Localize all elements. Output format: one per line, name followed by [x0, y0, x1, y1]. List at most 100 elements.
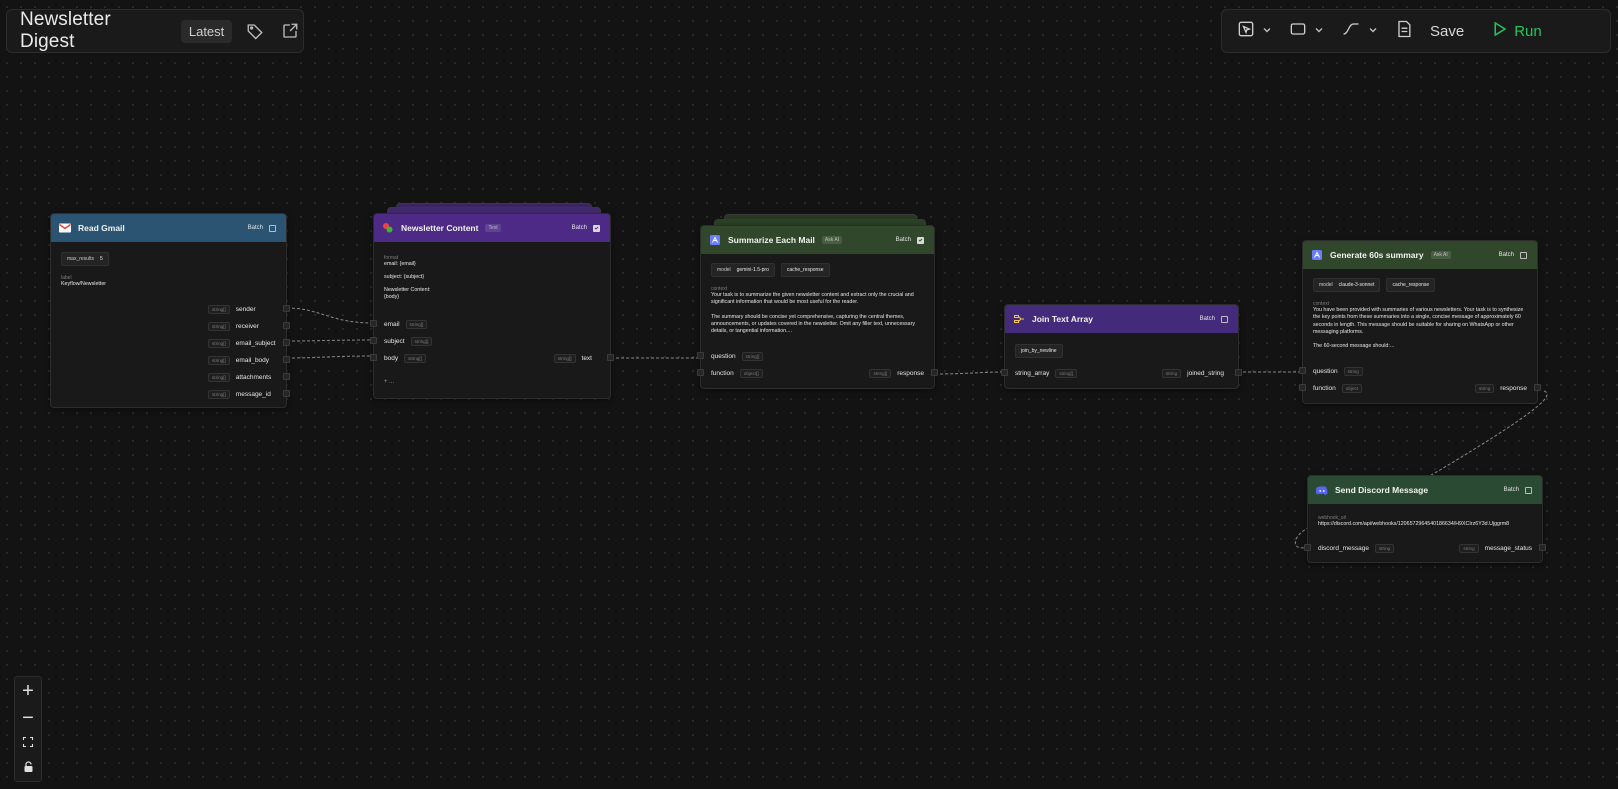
chevron-down-icon[interactable] [1368, 22, 1378, 40]
label-param-value[interactable]: Keyflow/Newsletter [51, 281, 286, 288]
input-port-question[interactable]: question string [1299, 365, 1537, 377]
port-handle[interactable] [370, 320, 377, 327]
input-port-string-array[interactable]: string_array string[] string joined_stri… [1001, 367, 1242, 379]
batch-toggle[interactable]: Batch [896, 236, 924, 244]
input-port-subject[interactable]: subject string[] [370, 335, 610, 347]
fit-view-icon[interactable] [22, 735, 34, 753]
save-button[interactable]: Save [1430, 23, 1464, 40]
port-handle[interactable] [1299, 367, 1306, 374]
model-param[interactable]: model gemini-1.5-pro [711, 263, 775, 277]
curve-icon[interactable] [1340, 19, 1362, 44]
port-handle[interactable] [1299, 384, 1306, 391]
node-read-gmail[interactable]: Read Gmail Batch max_results 5 label Key… [50, 213, 290, 408]
open-external-icon[interactable] [278, 18, 303, 44]
lock-icon[interactable] [23, 760, 34, 778]
select-frame-icon[interactable] [1236, 19, 1256, 44]
port-handle[interactable] [283, 356, 290, 363]
port-handle[interactable] [283, 322, 290, 329]
input-port-email[interactable]: email string[] [370, 318, 610, 330]
port-name: response [897, 369, 924, 377]
node-header[interactable]: Newsletter Content Text Batch [374, 214, 610, 242]
port-type: string [1374, 543, 1395, 553]
context-text[interactable]: Your task is to summarize the given news… [701, 292, 934, 336]
port-handle[interactable] [1235, 369, 1242, 376]
format-line[interactable]: email: {email} [374, 261, 610, 268]
batch-checkbox[interactable] [269, 224, 276, 232]
port-handle[interactable] [370, 337, 377, 344]
node-header[interactable]: Join Text Array Batch [1005, 305, 1238, 333]
port-handle[interactable] [283, 339, 290, 346]
add-input-row[interactable]: + ... [374, 376, 610, 388]
input-port-body[interactable]: body string[] string[] text [370, 352, 614, 364]
chevron-down-icon[interactable] [1262, 22, 1272, 40]
format-line[interactable]: Newsletter Content: [374, 287, 610, 294]
batch-toggle[interactable]: Batch [1200, 315, 1228, 323]
zoom-out-button[interactable]: − [22, 708, 34, 728]
port-handle[interactable] [1539, 544, 1546, 551]
model-param[interactable]: model claude-3-sonnet [1313, 278, 1381, 292]
port-handle[interactable] [370, 354, 377, 361]
batch-label: Batch [571, 225, 587, 231]
port-handle[interactable] [931, 369, 938, 376]
node-header[interactable]: Generate 60s summary Ask AI Batch [1303, 241, 1537, 269]
output-port-receiver[interactable]: string[] receiver [51, 320, 290, 332]
output-port-attachments[interactable]: string[] attachments [51, 371, 290, 383]
batch-checkbox[interactable] [1221, 315, 1228, 323]
node-summarize-each-mail[interactable]: Summarize Each Mail Ask AI Batch model g… [697, 225, 938, 389]
cache-response-param[interactable]: cache_response [780, 263, 830, 277]
node-header[interactable]: Send Discord Message Batch [1308, 476, 1542, 504]
port-handle[interactable] [697, 352, 704, 359]
cache-response-param[interactable]: cache_response [1386, 278, 1436, 292]
zoom-in-button[interactable]: + [22, 681, 34, 701]
batch-checkbox[interactable] [593, 224, 600, 232]
context-text[interactable]: You have been provided with summaries of… [1303, 307, 1537, 351]
port-handle[interactable] [1534, 384, 1541, 391]
batch-checkbox[interactable] [1520, 251, 1527, 259]
output-port-message-id[interactable]: string[] message_id [51, 388, 290, 400]
edge-style-tool[interactable] [1340, 19, 1378, 44]
chevron-down-icon[interactable] [1314, 22, 1324, 40]
join-by-newline-param[interactable]: join_by_newline [1015, 344, 1063, 358]
rectangle-icon[interactable] [1288, 19, 1308, 44]
output-port-email-body[interactable]: string[] email_body [51, 354, 290, 366]
batch-checkbox[interactable] [1525, 486, 1532, 494]
edge-sender-email [286, 307, 374, 324]
format-line[interactable]: subject: {subject} [374, 274, 610, 281]
node-header[interactable]: Summarize Each Mail Ask AI Batch [701, 226, 934, 254]
select-tool[interactable] [1236, 19, 1272, 44]
shape-tool[interactable] [1288, 19, 1324, 44]
format-line[interactable]: {body} [374, 294, 610, 301]
port-handle[interactable] [1304, 544, 1311, 551]
batch-toggle[interactable]: Batch [1499, 251, 1527, 259]
port-handle[interactable] [283, 305, 290, 312]
node-header[interactable]: Read Gmail Batch [51, 214, 286, 242]
input-port-discord-message[interactable]: discord_message string string message_st… [1304, 542, 1546, 554]
input-port-function[interactable]: function object string response [1299, 382, 1541, 394]
batch-toggle[interactable]: Batch [1504, 486, 1532, 494]
webhook-url-value[interactable]: https://discord.com/api/webhooks/1206572… [1308, 521, 1542, 528]
output-port-sender[interactable]: string[] sender [51, 303, 290, 315]
document-icon[interactable] [1394, 19, 1414, 44]
tag-icon[interactable] [242, 18, 267, 44]
port-handle[interactable] [607, 354, 614, 361]
port-handle[interactable] [1001, 369, 1008, 376]
input-port-question[interactable]: question string[] [697, 350, 934, 362]
output-port-email-subject[interactable]: string[] email_subject [51, 337, 290, 349]
batch-toggle[interactable]: Batch [248, 224, 276, 232]
node-generate-summary[interactable]: Generate 60s summary Ask AI Batch model … [1299, 240, 1541, 404]
version-badge[interactable]: Latest [180, 19, 233, 43]
input-port-function[interactable]: function object[] string[] response [697, 367, 938, 379]
run-button[interactable]: Run [1490, 20, 1542, 42]
port-handle[interactable] [283, 390, 290, 397]
node-newsletter-content[interactable]: Newsletter Content Text Batch format ema… [370, 213, 614, 399]
node-send-discord-message[interactable]: Send Discord Message Batch webhook_url h… [1304, 475, 1546, 563]
port-handle[interactable] [697, 369, 704, 376]
check-icon [918, 238, 923, 242]
node-join-text-array[interactable]: Join Text Array Batch join_by_newline st… [1001, 304, 1242, 389]
workflow-title[interactable]: Newsletter Digest [20, 9, 167, 53]
add-input-button[interactable]: + ... [384, 379, 394, 385]
port-handle[interactable] [283, 373, 290, 380]
max-results-param[interactable]: max_results 5 [61, 252, 109, 266]
batch-toggle[interactable]: Batch [571, 224, 600, 232]
batch-checkbox[interactable] [917, 236, 924, 244]
